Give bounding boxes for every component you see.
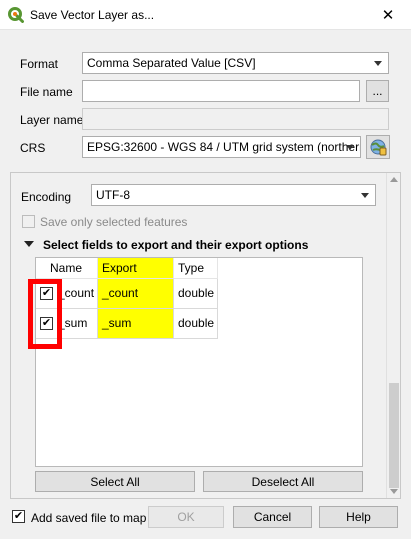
globe-icon [370, 139, 387, 156]
column-header-type[interactable]: Type [174, 258, 218, 279]
scroll-up-icon[interactable] [390, 177, 398, 182]
chevron-down-icon [374, 61, 382, 66]
options-panel: Encoding UTF-8 Save only selected featur… [10, 172, 401, 499]
field-checkbox[interactable]: ✔ [40, 287, 53, 300]
fields-section-title[interactable]: Select fields to export and their export… [43, 238, 308, 252]
title-bar: Save Vector Layer as... ✕ [0, 0, 411, 30]
vertical-scrollbar[interactable] [386, 173, 400, 498]
crs-label: CRS [20, 141, 46, 155]
field-name: _count [58, 286, 95, 300]
column-header-name[interactable]: Name [36, 258, 98, 279]
layername-input[interactable] [82, 108, 389, 130]
cancel-button[interactable]: Cancel [233, 506, 312, 528]
format-label: Format [20, 57, 59, 71]
browse-button[interactable]: ... [366, 80, 389, 102]
crs-value: EPSG:32600 - WGS 84 / UTM grid system (n… [87, 140, 361, 154]
chevron-down-icon [361, 193, 369, 198]
encoding-label: Encoding [21, 190, 72, 204]
crs-combo[interactable]: EPSG:32600 - WGS 84 / UTM grid system (n… [82, 136, 361, 158]
table-row[interactable]: ✔ _count [36, 279, 98, 309]
close-button[interactable]: ✕ [365, 0, 411, 30]
window-title: Save Vector Layer as... [30, 8, 155, 22]
chevron-down-icon [346, 145, 354, 150]
field-type: double [174, 309, 218, 339]
scrollbar-thumb[interactable] [389, 383, 399, 488]
fields-table: Name Export name Type ✔ _count _count do… [35, 257, 363, 467]
select-all-button[interactable]: Select All [35, 471, 195, 492]
field-export-name[interactable]: _count [98, 279, 174, 309]
close-icon: ✕ [381, 7, 395, 24]
encoding-value: UTF-8 [96, 188, 130, 202]
encoding-combo[interactable]: UTF-8 [91, 184, 376, 206]
selected-only-checkbox[interactable] [22, 215, 35, 228]
deselect-all-button[interactable]: Deselect All [203, 471, 363, 492]
format-value: Comma Separated Value [CSV] [87, 56, 256, 70]
selected-only-label: Save only selected features [40, 215, 188, 229]
help-button[interactable]: Help [319, 506, 398, 528]
add-to-map-label: Add saved file to map [31, 511, 147, 525]
scroll-down-icon[interactable] [390, 489, 398, 494]
field-type: double [174, 279, 218, 309]
crs-select-button[interactable] [366, 135, 390, 159]
field-name: _sum [58, 316, 88, 330]
filename-input[interactable] [82, 80, 360, 102]
field-checkbox[interactable]: ✔ [40, 317, 53, 330]
collapse-arrow-icon[interactable] [24, 241, 34, 247]
ok-button[interactable]: OK [148, 506, 224, 528]
format-combo[interactable]: Comma Separated Value [CSV] [82, 52, 389, 74]
add-to-map-checkbox[interactable]: ✔ [12, 510, 25, 523]
table-row[interactable]: ✔ _sum [36, 309, 98, 339]
filename-label: File name [20, 85, 73, 99]
column-header-export-name[interactable]: Export name [98, 258, 174, 289]
qgis-logo-icon [8, 7, 24, 23]
layername-label: Layer name [20, 113, 84, 127]
field-export-name[interactable]: _sum [98, 309, 174, 339]
